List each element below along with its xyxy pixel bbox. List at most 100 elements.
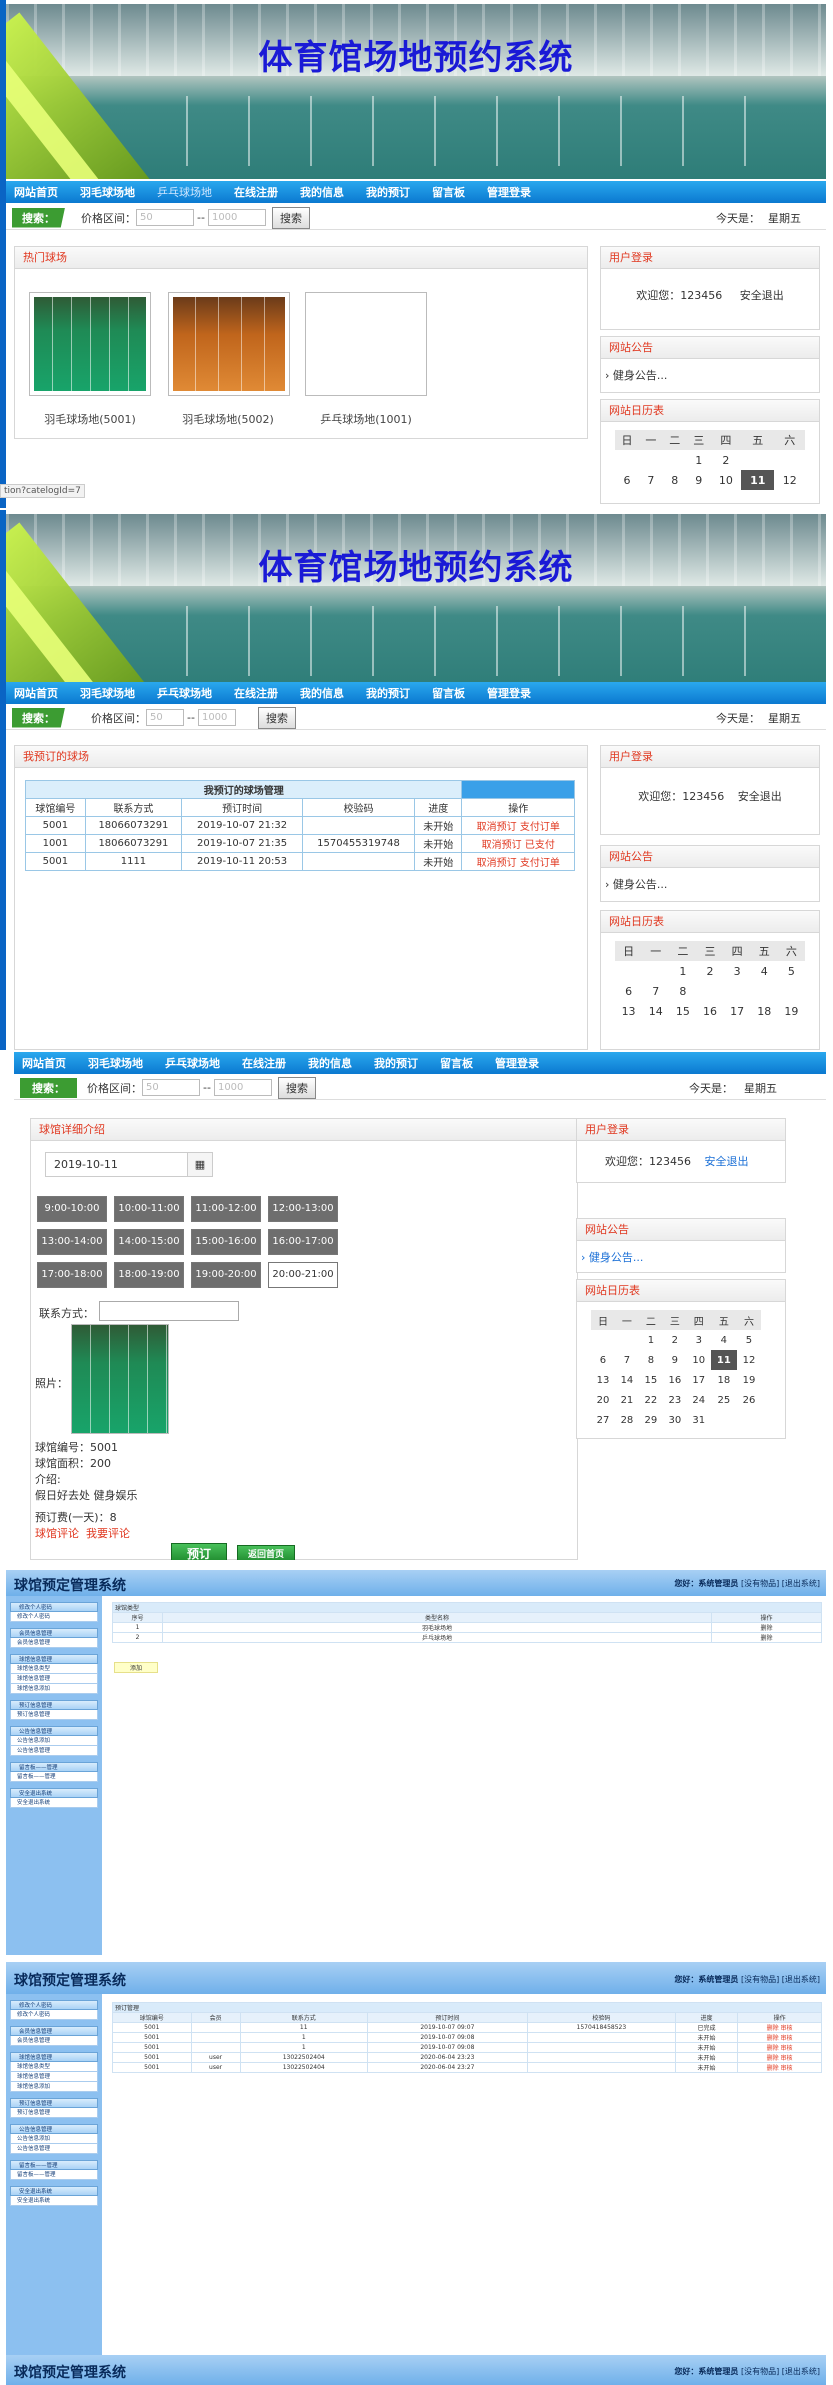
nav-badminton[interactable]: 羽毛球场地 (88, 1055, 143, 1071)
menu-group[interactable]: 预订信息管理 (10, 2098, 98, 2108)
time-slot[interactable]: 16:00-17:00 (268, 1229, 338, 1255)
home-button[interactable]: 返回首页 (237, 1545, 295, 1560)
price-min-input[interactable]: 50 (142, 1079, 200, 1096)
search-button[interactable]: 搜索 (277, 1076, 316, 1099)
menu-item[interactable]: 球馆信息类型 (10, 1664, 98, 1674)
menu-item[interactable]: 公告信息添加 (10, 2134, 98, 2144)
delete-link[interactable]: 删除 (711, 1632, 822, 1643)
time-slot[interactable]: 15:00-16:00 (191, 1229, 261, 1255)
menu-group[interactable]: 公告信息管理 (10, 1726, 98, 1736)
menu-group[interactable]: 留言板——管理 (10, 1762, 98, 1772)
menu-group[interactable]: 安全退出系统 (10, 1788, 98, 1798)
time-slot[interactable]: 17:00-18:00 (37, 1262, 107, 1288)
nav-pingpong[interactable]: 乒乓球场地 (165, 1055, 220, 1071)
price-min-input[interactable]: 50 (146, 709, 184, 726)
time-slot[interactable]: 11:00-12:00 (191, 1196, 261, 1222)
nav-guestbook[interactable]: 留言板 (432, 184, 465, 200)
logout-link[interactable]: 安全退出 (738, 790, 782, 803)
nav-my-bookings[interactable]: 我的预订 (374, 1055, 418, 1071)
nav-home[interactable]: 网站首页 (22, 1055, 66, 1071)
nav-register[interactable]: 在线注册 (242, 1055, 286, 1071)
nav-register[interactable]: 在线注册 (234, 685, 278, 701)
menu-item[interactable]: 会员信息管理 (10, 2036, 98, 2046)
nav-my-info[interactable]: 我的信息 (300, 184, 344, 200)
time-slot[interactable]: 18:00-19:00 (114, 1262, 184, 1288)
date-picker[interactable]: 2019-10-11 ▦ (45, 1152, 213, 1177)
notice-item[interactable]: › 健身公告... (601, 359, 819, 391)
menu-group[interactable]: 修改个人密码 (10, 1602, 98, 1612)
time-slot-available[interactable]: 20:00-21:00 (268, 1262, 338, 1288)
menu-item[interactable]: 留言板——管理 (10, 2170, 98, 2180)
nav-admin-login[interactable]: 管理登录 (487, 184, 531, 200)
menu-group[interactable]: 会员信息管理 (10, 1628, 98, 1638)
nav-pingpong[interactable]: 乒乓球场地 (157, 184, 212, 200)
price-max-input[interactable]: 1000 (197, 709, 236, 726)
row-actions[interactable]: 删除 审核 (737, 2022, 822, 2033)
menu-group[interactable]: 留言板——管理 (10, 2160, 98, 2170)
nav-my-info[interactable]: 我的信息 (300, 685, 344, 701)
menu-item[interactable]: 预订信息管理 (10, 1710, 98, 1720)
nav-admin-login[interactable]: 管理登录 (495, 1055, 539, 1071)
nav-my-info[interactable]: 我的信息 (308, 1055, 352, 1071)
search-button[interactable]: 搜索 (257, 706, 296, 729)
menu-item[interactable]: 球馆信息添加 (10, 2082, 98, 2092)
row-actions[interactable]: 删除 审核 (737, 2052, 822, 2063)
admin-links[interactable]: [没有物品] [退出系统] (741, 2367, 820, 2376)
menu-group[interactable]: 会员信息管理 (10, 2026, 98, 2036)
search-button[interactable]: 搜索 (271, 206, 310, 229)
menu-item[interactable]: 安全退出系统 (10, 1798, 98, 1808)
menu-item[interactable]: 球馆信息类型 (10, 2062, 98, 2072)
menu-item[interactable]: 公告信息添加 (10, 1736, 98, 1746)
court-thumb-5001[interactable] (29, 292, 151, 396)
menu-group[interactable]: 修改个人密码 (10, 2000, 98, 2010)
nav-guestbook[interactable]: 留言板 (440, 1055, 473, 1071)
price-max-input[interactable]: 1000 (207, 209, 266, 226)
menu-item[interactable]: 留言板——管理 (10, 1772, 98, 1782)
menu-item[interactable]: 安全退出系统 (10, 2196, 98, 2206)
nav-register[interactable]: 在线注册 (234, 184, 278, 200)
nav-my-bookings[interactable]: 我的预订 (366, 685, 410, 701)
row-actions[interactable]: 取消预订 支付订单 (461, 852, 575, 871)
row-actions[interactable]: 删除 审核 (737, 2062, 822, 2073)
nav-badminton[interactable]: 羽毛球场地 (80, 685, 135, 701)
admin-links[interactable]: [没有物品] [退出系统] (741, 1975, 820, 1984)
menu-group[interactable]: 安全退出系统 (10, 2186, 98, 2196)
court-thumb-1001[interactable] (305, 292, 427, 396)
notice-item[interactable]: › 健身公告... (601, 868, 819, 900)
time-slot[interactable]: 14:00-15:00 (114, 1229, 184, 1255)
court-thumb-5002[interactable] (168, 292, 290, 396)
menu-group[interactable]: 球馆信息管理 (10, 2052, 98, 2062)
logout-link[interactable]: 安全退出 (740, 289, 784, 302)
menu-item[interactable]: 球馆信息管理 (10, 1674, 98, 1684)
add-type-button[interactable]: 添加 (114, 1662, 158, 1673)
court-name[interactable]: 羽毛球场地(5002) (158, 411, 298, 427)
time-slot[interactable]: 10:00-11:00 (114, 1196, 184, 1222)
row-actions[interactable]: 取消预订 已支付 (461, 834, 575, 853)
row-actions[interactable]: 删除 审核 (737, 2042, 822, 2053)
nav-my-bookings[interactable]: 我的预订 (366, 184, 410, 200)
calendar-icon[interactable]: ▦ (187, 1152, 213, 1177)
time-slot[interactable]: 12:00-13:00 (268, 1196, 338, 1222)
menu-item[interactable]: 公告信息管理 (10, 1746, 98, 1756)
time-slot[interactable]: 19:00-20:00 (191, 1262, 261, 1288)
menu-item[interactable]: 会员信息管理 (10, 1638, 98, 1648)
logout-link[interactable]: 安全退出 (705, 1155, 749, 1168)
notice-item[interactable]: › 健身公告... (577, 1241, 785, 1273)
comment-links[interactable]: 球馆评论 我要评论 (35, 1525, 130, 1541)
court-name[interactable]: 乒乓球场地(1001) (296, 411, 436, 427)
book-button[interactable]: 预订 (171, 1543, 227, 1560)
menu-group[interactable]: 球馆信息管理 (10, 1654, 98, 1664)
nav-pingpong[interactable]: 乒乓球场地 (157, 685, 212, 701)
menu-item[interactable]: 修改个人密码 (10, 1612, 98, 1622)
price-min-input[interactable]: 50 (136, 209, 194, 226)
row-actions[interactable]: 删除 审核 (737, 2032, 822, 2043)
admin-links[interactable]: [没有物品] [退出系统] (741, 1579, 820, 1588)
time-slot[interactable]: 13:00-14:00 (37, 1229, 107, 1255)
nav-home[interactable]: 网站首页 (14, 685, 58, 701)
nav-admin-login[interactable]: 管理登录 (487, 685, 531, 701)
contact-input[interactable] (99, 1301, 239, 1321)
menu-item[interactable]: 公告信息管理 (10, 2144, 98, 2154)
delete-link[interactable]: 删除 (711, 1622, 822, 1633)
court-name[interactable]: 羽毛球场地(5001) (20, 411, 160, 427)
menu-item[interactable]: 预订信息管理 (10, 2108, 98, 2118)
